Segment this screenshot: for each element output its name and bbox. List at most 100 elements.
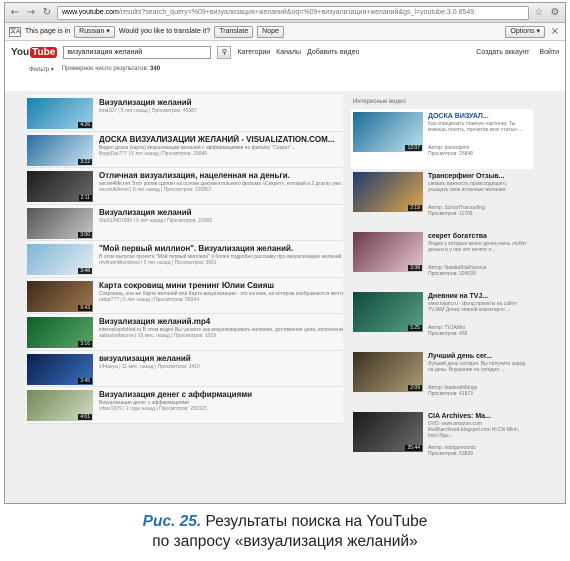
result-row[interactable]: 3:48 "Мой первый миллион". Визуализация ж…	[27, 241, 343, 278]
video-duration: 2:11	[78, 195, 92, 201]
options-button[interactable]: Options ▾	[505, 25, 545, 38]
translate-button[interactable]: Translate	[214, 25, 254, 38]
video-thumbnail[interactable]: 9:43	[27, 280, 93, 312]
address-bar-row: ← → ↻ www.youtube.com/results?search_que…	[5, 3, 565, 23]
result-title-link[interactable]: Визуализация желаний.mp4	[99, 317, 343, 327]
results-count-label: Примерное число результатов:	[61, 66, 149, 72]
url-bar[interactable]: www.youtube.com/results?search_query=%09…	[57, 5, 529, 20]
reload-icon[interactable]: ↻	[41, 7, 53, 18]
sidebar-video-views: Просмотров: 455	[428, 331, 468, 337]
sidebar-video-thumbnail[interactable]: 2:19	[353, 172, 423, 212]
result-title-link[interactable]: ДОСКА ВИЗУАЛИЗАЦИИ ЖЕЛАНИЙ - VISUALIZATI…	[99, 135, 343, 145]
sidebar-video-title[interactable]: CIA Archives: Ma...	[428, 412, 528, 421]
sidebar-video-views: Просмотров: 41873	[428, 391, 473, 397]
result-meta: lona107 | 5 лет назад | Просмотров: 4538…	[99, 108, 197, 114]
video-thumbnail[interactable]: 2:11	[27, 171, 93, 202]
result-row[interactable]: 3:45 визуализация желаний 144asya | 11 мес…	[27, 350, 343, 387]
sidebar-video-description: DVD: www.amazon.com the8harchived.blogsp…	[428, 421, 520, 439]
result-title-link[interactable]: Визуализация желаний	[99, 98, 343, 108]
result-info: ДОСКА ВИЗУАЛИЗАЦИИ ЖЕЛАНИЙ - VISUALIZATI…	[99, 135, 343, 158]
result-title-link[interactable]: Отличная визуализация, нацеленная на ден…	[99, 171, 343, 181]
sidebar-video-item[interactable]: 3:38 секрет богатства Людях у которых мног…	[351, 229, 533, 289]
sidebar-video-thumbnail[interactable]: 2:09	[353, 352, 423, 392]
sidebar-video-title[interactable]: секрет богатства	[428, 232, 528, 241]
caption-line-1: Результаты поиска на YouTube	[205, 513, 428, 530]
video-thumbnail[interactable]: 4:01	[27, 390, 93, 421]
result-title-link[interactable]: Визуализация денег с аффирмациями	[99, 390, 343, 400]
sidebar-video-title[interactable]: Лучший день сег...	[428, 352, 528, 361]
sidebar-video-description: www.tvjam.ru - фонд проекты на сайте TVJ…	[428, 301, 517, 313]
result-row[interactable]: 4:26 Визуализация желаний lona107 | 5 лет …	[27, 95, 343, 132]
back-icon[interactable]: ←	[9, 7, 21, 18]
forward-icon[interactable]: →	[25, 7, 37, 18]
result-meta: salinabeltanova | 10 мес. назад | Просмо…	[99, 333, 216, 339]
figure-caption: Рис. 25. Результаты поиска на YouTube по…	[0, 512, 570, 552]
login-link[interactable]: Войти	[539, 49, 559, 56]
youtube-logo[interactable]: You Tube	[11, 45, 58, 59]
sidebar-video-item[interactable]: 5:25 Дневник на TVJ... www.tvjam.ru - фонд…	[351, 289, 533, 349]
nav-upload[interactable]: Добавить видео	[307, 49, 359, 56]
sidebar-video-views: Просмотров: 324539	[428, 271, 476, 277]
logo-tube: Tube	[30, 46, 58, 58]
video-duration: 3:00	[78, 231, 92, 238]
result-row[interactable]: 4:01 Визуализация денег с аффирмациями Виз…	[27, 387, 343, 424]
filter-button[interactable]: Фильтр ▾	[29, 66, 54, 73]
result-info: визуализация желаний 144asya | 11 мес. на…	[99, 354, 343, 371]
results-count-value: 340	[150, 66, 161, 72]
results-list: 4:26 Визуализация желаний lona107 | 5 лет …	[27, 95, 343, 424]
result-info: Визуализация денег с аффирмациями Визуали…	[99, 390, 343, 413]
featured-sidebar: Интересные видео 12:07 ДОСКА ВИЗУАЛ... Как…	[351, 99, 533, 469]
result-info: Отличная визуализация, нацеленная на ден…	[99, 171, 343, 194]
sidebar-video-thumbnail[interactable]: 12:07	[353, 112, 423, 152]
sidebar-video-description: Людях у которых много денег,очень любят …	[428, 241, 527, 253]
result-info: "Мой первый миллион". Визуализация желан…	[99, 244, 343, 267]
search-input[interactable]: визуализация желаний	[63, 45, 212, 59]
sidebar-video-item[interactable]: 25:44 CIA Archives: Ma... DVD: www.amazon.…	[351, 409, 533, 469]
url-host: www.youtube.com	[62, 8, 119, 16]
star-icon[interactable]: ☆	[533, 7, 545, 18]
result-row[interactable]: 2:11 Отличная визуализация, нацеленная на…	[27, 168, 343, 205]
video-thumbnail[interactable]: 3:45	[27, 353, 93, 385]
search-button[interactable]: ⚲	[217, 45, 232, 59]
result-title-link[interactable]: Карта сокровищ мини тренинг Юлии Свияш	[99, 281, 343, 291]
result-info: Визуализация желаний lona107 | 5 лет наза…	[99, 98, 343, 115]
create-account-link[interactable]: Создать аккаунт	[476, 49, 529, 56]
result-title-link[interactable]: "Мой первый миллион". Визуализация желан…	[99, 244, 343, 254]
sidebar-video-title[interactable]: ДОСКА ВИЗУАЛ...	[428, 112, 528, 121]
sidebar-video-item[interactable]: 12:07 ДОСКА ВИЗУАЛ... Как определить главн…	[351, 109, 533, 169]
video-thumbnail[interactable]: 3:22	[27, 134, 93, 166]
sidebar-video-thumbnail[interactable]: 3:38	[353, 232, 423, 272]
sidebar-video-title[interactable]: Дневник на TVJ...	[428, 292, 528, 301]
translate-question: Would you like to translate it?	[118, 28, 211, 35]
sidebar-video-description: связать важность происходящего, усыщать …	[428, 181, 508, 193]
video-duration: 5:25	[408, 325, 422, 331]
result-row[interactable]: 3:00 Визуализация желаний StaS19901990 | 5…	[27, 204, 343, 241]
video-thumbnail[interactable]: 3:48	[27, 244, 93, 275]
figure-number: Рис. 25.	[142, 513, 202, 530]
video-thumbnail[interactable]: 3:16	[27, 317, 93, 348]
nav-categories[interactable]: Категории	[237, 49, 270, 56]
language-value: Russian	[79, 27, 105, 35]
nope-button[interactable]: Nope	[257, 25, 284, 38]
sidebar-video-thumbnail[interactable]: 25:44	[353, 412, 423, 452]
sidebar-video-item[interactable]: 2:19 Трансерфинг Отзыв... связать важность…	[351, 169, 533, 229]
video-thumbnail[interactable]: 3:00	[27, 207, 93, 239]
sidebar-video-thumbnail[interactable]: 5:25	[353, 292, 423, 332]
video-duration: 9:43	[78, 304, 92, 311]
sidebar-video-info: секрет богатства Людях у которых много де…	[428, 232, 528, 286]
result-title-link[interactable]: визуализация желаний	[99, 354, 343, 364]
wrench-icon[interactable]: ⚙	[549, 7, 561, 18]
result-row[interactable]: 9:43 Карта сокровищ мини тренинг Юлии Сви…	[27, 277, 343, 314]
video-thumbnail[interactable]: 4:26	[27, 98, 93, 129]
sidebar-video-title[interactable]: Трансерфинг Отзыв...	[428, 172, 528, 181]
result-title-link[interactable]: Визуализация желаний	[99, 208, 343, 218]
youtube-header: You Tube визуализация желаний ⚲ Категории…	[5, 41, 565, 63]
close-icon[interactable]: ×	[549, 26, 561, 37]
account-links: Создать аккаунт Войти	[476, 49, 559, 56]
sidebar-video-item[interactable]: 2:09 Лучший день сег... Лучший день сегодн…	[351, 349, 533, 409]
result-row[interactable]: 3:22 ДОСКА ВИЗУАЛИЗАЦИИ ЖЕЛАНИЙ - VISUALI…	[27, 131, 343, 168]
nav-channels[interactable]: Каналы	[276, 49, 301, 56]
language-select[interactable]: Russian ▾	[74, 25, 115, 38]
translate-bar: 文A This page is in Russian ▾ Would you l…	[5, 23, 565, 41]
result-row[interactable]: 3:16 Визуализация желаний.mp4 internalvipd…	[27, 314, 343, 351]
